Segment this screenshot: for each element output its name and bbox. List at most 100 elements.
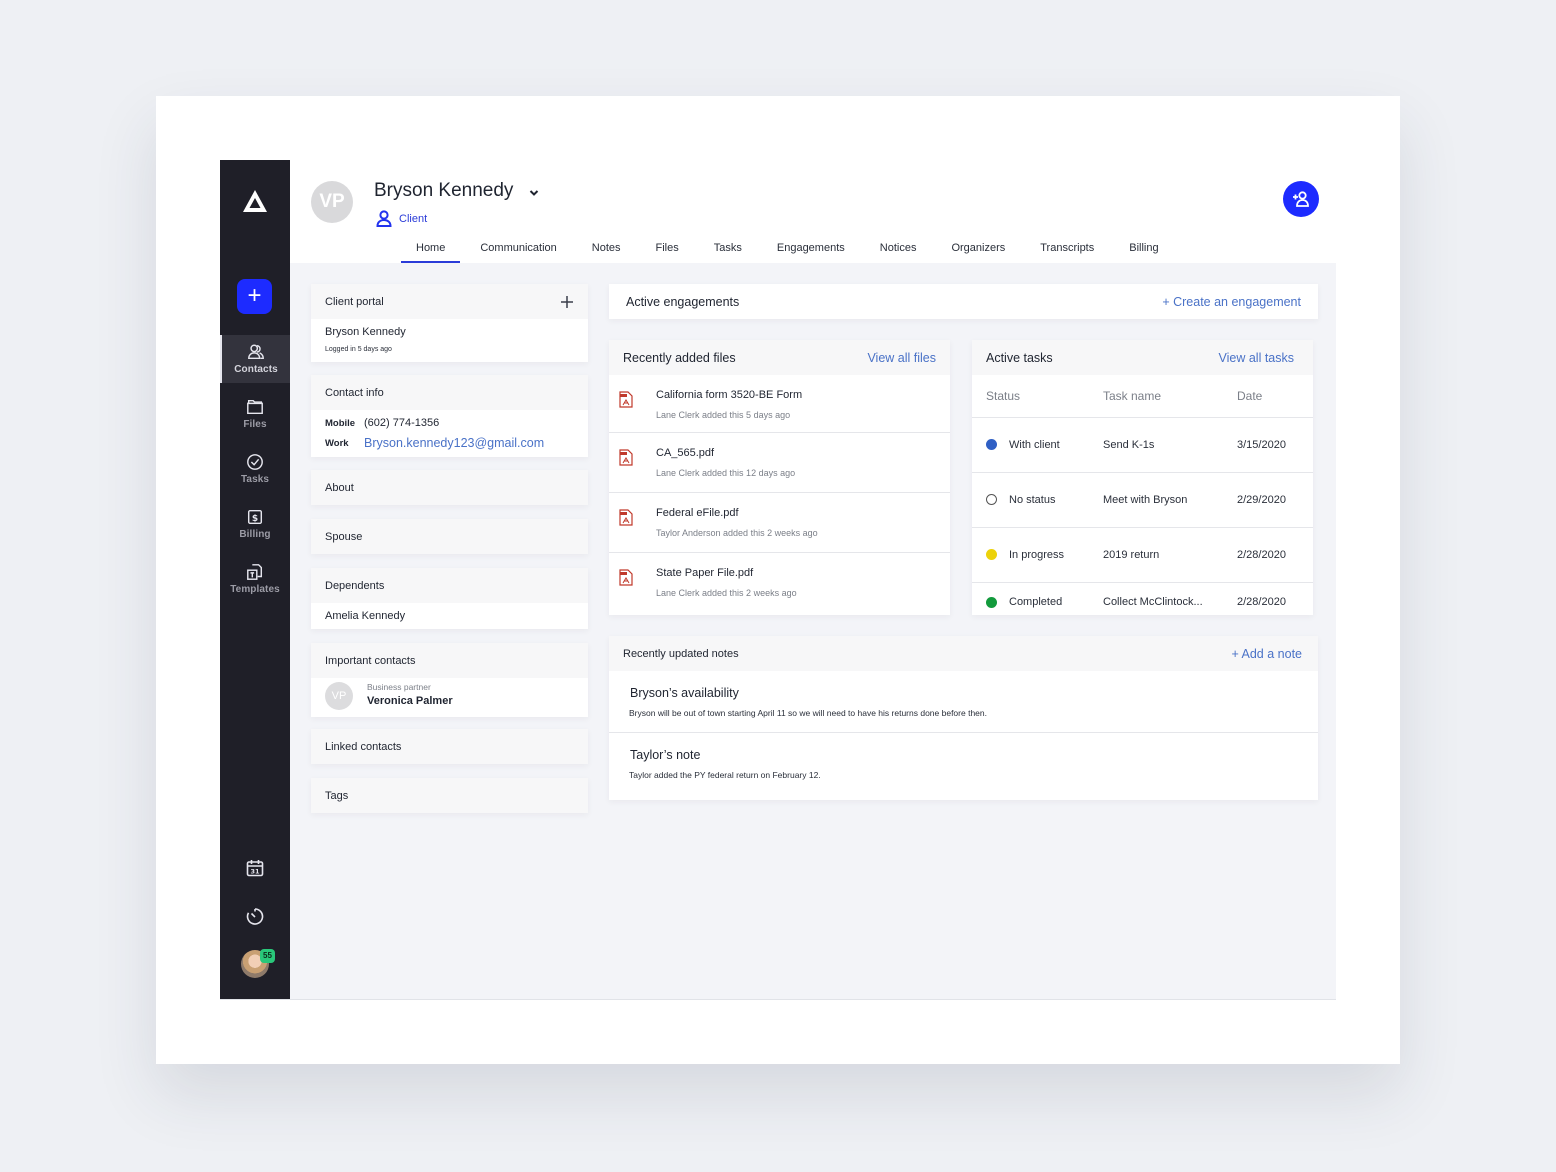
calendar-button[interactable]: 31 xyxy=(245,858,265,878)
task-date: 2/28/2020 xyxy=(1237,596,1286,609)
column-header-date[interactable]: Date xyxy=(1237,375,1313,418)
task-name: Collect McClintock... xyxy=(1103,596,1203,609)
sidebar-item-label: Billing xyxy=(239,529,271,540)
note-item[interactable]: Bryson’s availability Bryson will be out… xyxy=(609,671,1318,732)
tab-transcripts[interactable]: Transcripts xyxy=(1025,238,1109,263)
note-body: Bryson will be out of town starting Apri… xyxy=(629,708,987,718)
contact-type: Client xyxy=(376,210,427,227)
card-title: Linked contacts xyxy=(325,740,402,753)
spouse-card[interactable]: Spouse xyxy=(311,519,588,554)
column-header-task-name[interactable]: Task name xyxy=(1103,375,1237,418)
task-date: 2/29/2020 xyxy=(1237,472,1313,528)
task-status: No status xyxy=(1009,493,1056,506)
active-tasks-card: Active tasks View all tasks Status Task … xyxy=(972,340,1313,615)
status-dot-icon xyxy=(986,549,997,561)
status-dot-icon xyxy=(986,596,997,608)
view-all-files-link[interactable]: View all files xyxy=(867,351,936,365)
table-row[interactable]: No status Meet with Bryson 2/29/2020 xyxy=(972,472,1313,528)
sidebar-item-label: Tasks xyxy=(240,474,270,485)
app-window: + Contacts Files Tasks $ Billing Templat… xyxy=(220,160,1336,1000)
file-name: Federal eFile.pdf xyxy=(656,507,739,519)
sidebar-item-files[interactable]: Files xyxy=(220,390,290,438)
important-contact-item[interactable]: VP Business partner Veronica Palmer xyxy=(311,678,588,717)
file-meta: Lane Clerk added this 12 days ago xyxy=(656,468,796,478)
sidebar: + Contacts Files Tasks $ Billing Templat… xyxy=(220,160,290,999)
add-user-icon xyxy=(1293,191,1309,207)
file-item[interactable]: California form 3520-BE Form Lane Clerk … xyxy=(609,375,950,432)
client-portal-card: Client portal Bryson Kennedy Logged in 5… xyxy=(311,284,588,362)
table-row[interactable]: With client Send K-1s 3/15/2020 xyxy=(972,417,1313,473)
work-email-link[interactable]: Bryson.kennedy123@gmail.com xyxy=(364,436,544,450)
card-title: Recently added files xyxy=(623,350,736,365)
tab-tasks[interactable]: Tasks xyxy=(699,238,757,263)
linked-contacts-card[interactable]: Linked contacts xyxy=(311,729,588,764)
file-item[interactable]: CA_565.pdf Lane Clerk added this 12 days… xyxy=(609,432,950,492)
create-engagement-link[interactable]: + Create an engagement xyxy=(1162,295,1301,309)
work-label: Work xyxy=(325,438,349,449)
about-card[interactable]: About xyxy=(311,470,588,505)
dependent-item[interactable]: Amelia Kennedy xyxy=(325,610,405,622)
column-header-status[interactable]: Status xyxy=(972,375,1103,418)
tab-billing[interactable]: Billing xyxy=(1114,238,1173,263)
file-name: CA_565.pdf xyxy=(656,447,715,459)
sidebar-item-billing[interactable]: $ Billing xyxy=(220,500,290,548)
card-title: Spouse xyxy=(325,530,363,543)
tab-notes[interactable]: Notes xyxy=(577,238,636,263)
sidebar-item-tasks[interactable]: Tasks xyxy=(220,445,290,493)
sidebar-item-templates[interactable]: Templates xyxy=(220,555,290,603)
contact-header: VP Bryson Kennedy Client Home Communicat… xyxy=(290,160,1336,263)
portal-user-name: Bryson Kennedy xyxy=(325,326,406,338)
task-name: Meet with Bryson xyxy=(1103,472,1237,528)
create-new-button[interactable]: + xyxy=(237,279,272,314)
check-circle-icon xyxy=(247,454,263,470)
table-row[interactable]: Completed Collect McClintock... 2/28/202… xyxy=(972,582,1313,622)
recent-notes-card: Recently updated notes + Add a note Brys… xyxy=(609,636,1318,800)
active-engagements-card: Active engagements + Create an engagemen… xyxy=(609,284,1318,319)
timer-icon xyxy=(246,908,264,925)
tab-communication[interactable]: Communication xyxy=(465,238,571,263)
logo-icon[interactable] xyxy=(241,188,269,214)
add-contact-button[interactable] xyxy=(1283,181,1319,217)
card-header: Contact info xyxy=(311,375,588,410)
tab-organizers[interactable]: Organizers xyxy=(936,238,1020,263)
notes-list: Bryson’s availability Bryson will be out… xyxy=(609,671,1318,799)
task-status: Completed xyxy=(1009,596,1063,609)
file-name: State Paper File.pdf xyxy=(656,567,754,579)
contact-avatar: VP xyxy=(325,682,353,710)
tab-files[interactable]: Files xyxy=(641,238,694,263)
contact-tabs: Home Communication Notes Files Tasks Eng… xyxy=(401,238,1179,263)
sidebar-item-contacts[interactable]: Contacts xyxy=(220,335,290,383)
contact-name[interactable]: Bryson Kennedy xyxy=(374,180,513,202)
note-item[interactable]: Taylor’s note Taylor added the PY federa… xyxy=(609,732,1318,799)
portal-login-status: Logged in 5 days ago xyxy=(325,346,392,353)
file-item[interactable]: Federal eFile.pdf Taylor Anderson added … xyxy=(609,492,950,552)
card-header: Client portal xyxy=(311,284,588,319)
view-all-tasks-link[interactable]: View all tasks xyxy=(1219,351,1295,365)
notification-badge: 55 xyxy=(260,949,275,963)
note-title: Taylor’s note xyxy=(630,748,701,762)
svg-text:31: 31 xyxy=(250,868,260,876)
pdf-icon xyxy=(619,509,633,526)
task-status: In progress xyxy=(1009,548,1065,561)
chevron-down-icon[interactable] xyxy=(528,186,540,198)
add-note-link[interactable]: + Add a note xyxy=(1231,647,1302,661)
tab-notices[interactable]: Notices xyxy=(865,238,932,263)
templates-icon xyxy=(247,564,263,580)
tab-home[interactable]: Home xyxy=(401,238,461,263)
note-title: Bryson’s availability xyxy=(630,686,739,700)
card-title: About xyxy=(325,481,354,494)
sidebar-item-label: Files xyxy=(243,419,267,430)
contact-info-card: Contact info Mobile (602) 774-1356 Work … xyxy=(311,375,588,457)
tab-engagements[interactable]: Engagements xyxy=(762,238,860,263)
timer-button[interactable] xyxy=(245,906,265,926)
mobile-phone[interactable]: (602) 774-1356 xyxy=(364,417,439,429)
calendar-icon: 31 xyxy=(246,860,264,877)
file-list: California form 3520-BE Form Lane Clerk … xyxy=(609,375,950,612)
table-row[interactable]: In progress 2019 return 2/28/2020 xyxy=(972,527,1313,583)
sidebar-item-label: Templates xyxy=(230,584,280,595)
file-item[interactable]: State Paper File.pdf Lane Clerk added th… xyxy=(609,552,950,612)
sidebar-item-label: Contacts xyxy=(234,364,278,375)
tags-card[interactable]: Tags xyxy=(311,778,588,813)
add-portal-button[interactable] xyxy=(560,295,574,309)
mobile-label: Mobile xyxy=(325,418,356,429)
